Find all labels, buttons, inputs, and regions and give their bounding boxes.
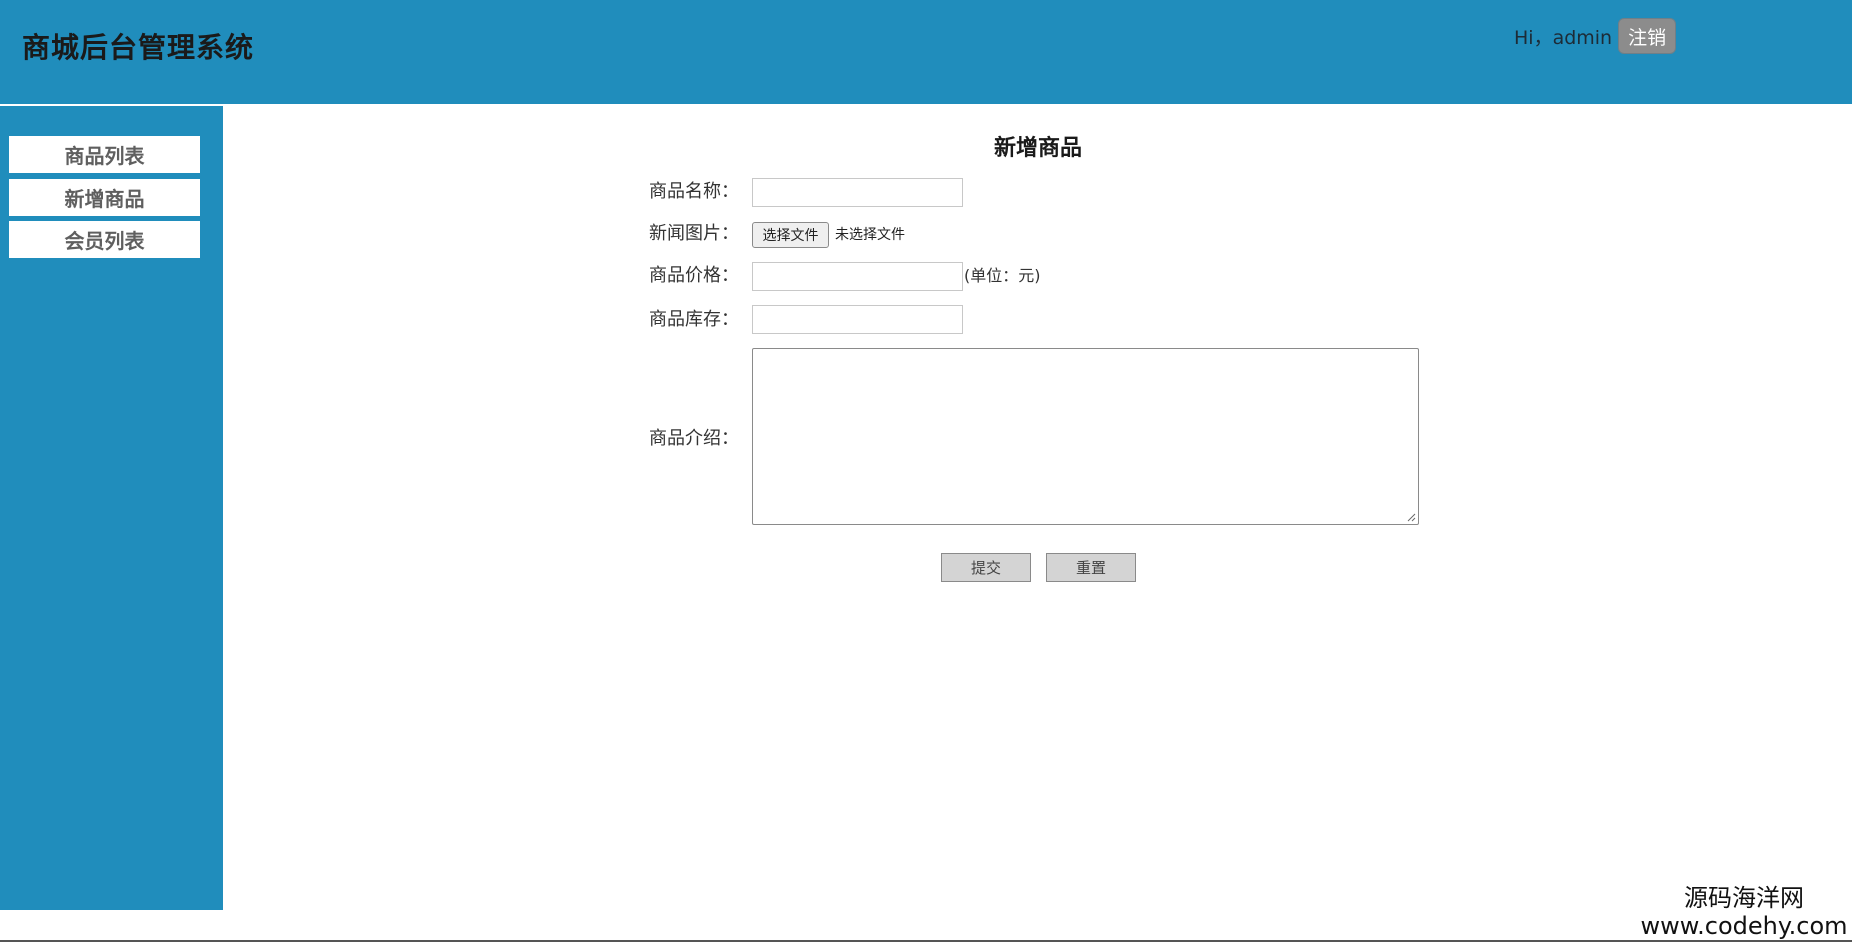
product-description-label: 商品介绍： [649, 428, 739, 449]
product-price-input[interactable] [752, 262, 963, 291]
user-area: Hi，admin 注销 [1514, 18, 1677, 54]
logout-button[interactable]: 注销 [1618, 18, 1677, 54]
top-header: 商城后台管理系统 Hi，admin 注销 [0, 0, 1852, 104]
watermark-url: www.codehy.com [1640, 912, 1848, 940]
choose-file-button[interactable]: 选择文件 [752, 222, 829, 248]
product-image-label: 新闻图片： [649, 223, 739, 244]
product-stock-input[interactable] [752, 305, 963, 334]
form-title: 新增商品 [993, 136, 1082, 161]
user-greeting: Hi，admin [1514, 26, 1613, 49]
sidebar-item-add-product[interactable]: 新增商品 [9, 179, 200, 216]
reset-button[interactable]: 重置 [1046, 553, 1136, 582]
price-unit-text: (单位：元) [964, 266, 1041, 285]
resize-handle-icon[interactable] [1406, 512, 1416, 522]
product-name-input[interactable] [752, 178, 963, 207]
product-stock-label: 商品库存： [649, 309, 739, 330]
submit-button[interactable]: 提交 [941, 553, 1031, 582]
product-name-label: 商品名称： [649, 181, 739, 202]
sidebar-item-member-list[interactable]: 会员列表 [9, 221, 200, 258]
file-status-text: 未选择文件 [835, 227, 905, 243]
sidebar-item-product-list[interactable]: 商品列表 [9, 136, 200, 173]
product-description-textarea[interactable] [752, 348, 1419, 525]
site-watermark: 源码海洋网 www.codehy.com [1636, 884, 1852, 940]
app-title: 商城后台管理系统 [22, 31, 255, 64]
app-root: 商城后台管理系统 Hi，admin 注销 商品列表 新增商品 会员列表 新增商品… [0, 0, 1852, 942]
watermark-name: 源码海洋网 [1684, 884, 1804, 912]
product-price-label: 商品价格： [649, 265, 739, 286]
sidebar: 商品列表 新增商品 会员列表 [0, 106, 223, 910]
